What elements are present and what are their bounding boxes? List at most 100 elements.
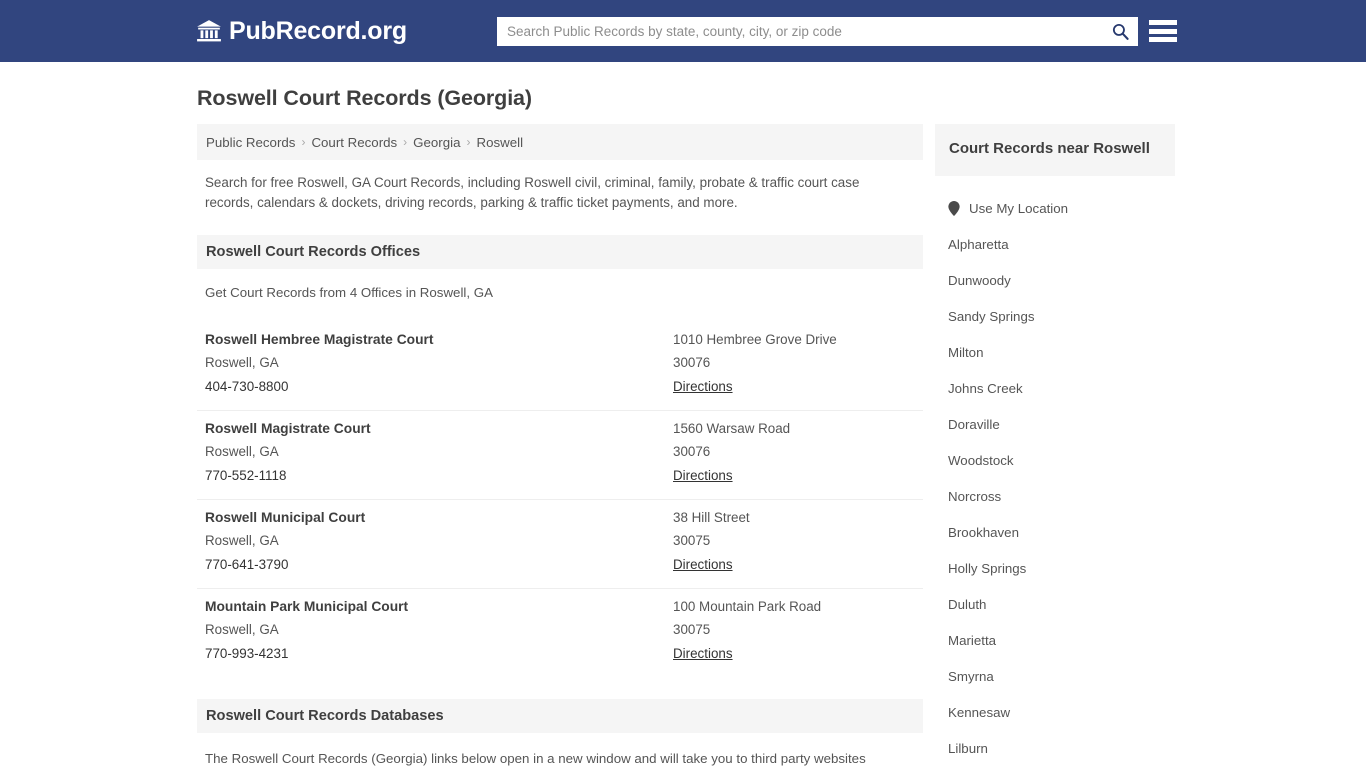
page-intro-text: Search for free Roswell, GA Court Record…: [205, 175, 860, 210]
sidebar-item-label: Norcross: [948, 488, 1002, 504]
hamburger-menu-icon-bar: [1149, 20, 1177, 25]
sidebar-item-label: Holly Springs: [948, 560, 1027, 576]
office-address: 1560 Warsaw Road: [673, 421, 791, 436]
sidebar-item-label: Sandy Springs: [948, 308, 1035, 324]
offices-section-header: Roswell Court Records Offices: [197, 235, 923, 269]
office-city: Roswell, GA: [205, 622, 279, 637]
sidebar-item-label: Use My Location: [969, 200, 1069, 216]
breadcrumb-item-roswell[interactable]: Roswell: [476, 135, 523, 150]
sidebar-item-alpharetta[interactable]: Alpharetta: [935, 226, 1175, 262]
sidebar-item-label: Woodstock: [948, 452, 1014, 468]
sidebar-item-dunwoody[interactable]: Dunwoody: [935, 262, 1175, 298]
breadcrumb-item-court-records[interactable]: Court Records: [311, 135, 397, 150]
main-content: Public Records › Court Records › Georgia…: [197, 124, 923, 769]
breadcrumb-separator-icon: ›: [466, 135, 471, 149]
office-name: Roswell Magistrate Court: [205, 421, 371, 436]
sidebar-heading: Court Records near Roswell: [949, 140, 1150, 157]
site-logo-link[interactable]: PubRecord.org: [196, 18, 407, 44]
map-pin-icon: [948, 200, 960, 216]
office-name: Roswell Municipal Court: [205, 510, 366, 525]
hamburger-menu-icon-bar: [1149, 37, 1177, 42]
sidebar-item-label: Kennesaw: [948, 704, 1011, 720]
office-phone-link[interactable]: 770-993-4231: [205, 646, 288, 661]
sidebar-nearby-list: Use My Location Alpharetta Dunwoody Sand…: [935, 190, 1175, 766]
office-zip: 30076: [673, 444, 711, 459]
sidebar-item-holly-springs[interactable]: Holly Springs: [935, 550, 1175, 586]
sidebar-item-label: Dunwoody: [948, 272, 1011, 288]
search-icon: [1112, 23, 1129, 40]
sidebar-item-norcross[interactable]: Norcross: [935, 478, 1175, 514]
sidebar-item-duluth[interactable]: Duluth: [935, 586, 1175, 622]
sidebar-item-label: Doraville: [948, 416, 1000, 432]
office-zip: 30076: [673, 355, 711, 370]
offices-section-title: Roswell Court Records Offices: [206, 244, 421, 260]
bank-building-icon: [197, 20, 221, 42]
office-left-column: Roswell Hembree Magistrate Court Roswell…: [205, 332, 673, 396]
office-name: Mountain Park Municipal Court: [205, 599, 409, 614]
sidebar-item-brookhaven[interactable]: Brookhaven: [935, 514, 1175, 550]
databases-section-note: The Roswell Court Records (Georgia) link…: [205, 751, 866, 766]
site-header: PubRecord.org: [0, 0, 1366, 62]
office-directions-link[interactable]: Directions: [673, 557, 733, 572]
sidebar-header-box: Court Records near Roswell: [935, 124, 1175, 176]
office-left-column: Mountain Park Municipal Court Roswell, G…: [205, 599, 673, 663]
hamburger-menu-button[interactable]: [1149, 18, 1177, 44]
sidebar-item-marietta[interactable]: Marietta: [935, 622, 1175, 658]
offices-section-subtitle: Get Court Records from 4 Offices in Rosw…: [205, 285, 493, 300]
office-row: Roswell Hembree Magistrate Court Roswell…: [197, 322, 923, 410]
breadcrumb-separator-icon: ›: [301, 135, 306, 149]
sidebar-item-lilburn[interactable]: Lilburn: [935, 730, 1175, 766]
page-title: Roswell Court Records (Georgia): [197, 86, 532, 110]
office-right-column: 38 Hill Street 30075 Directions: [673, 510, 923, 574]
office-name: Roswell Hembree Magistrate Court: [205, 332, 434, 347]
office-directions-link[interactable]: Directions: [673, 468, 733, 483]
office-right-column: 1560 Warsaw Road 30076 Directions: [673, 421, 923, 485]
office-row: Mountain Park Municipal Court Roswell, G…: [197, 588, 923, 677]
sidebar-item-label: Smyrna: [948, 668, 994, 684]
sidebar: Court Records near Roswell Use My Locati…: [935, 124, 1175, 769]
sidebar-item-doraville[interactable]: Doraville: [935, 406, 1175, 442]
sidebar-item-kennesaw[interactable]: Kennesaw: [935, 694, 1175, 730]
sidebar-item-label: Johns Creek: [948, 380, 1023, 396]
sidebar-item-sandy-springs[interactable]: Sandy Springs: [935, 298, 1175, 334]
sidebar-item-milton[interactable]: Milton: [935, 334, 1175, 370]
sidebar-item-smyrna[interactable]: Smyrna: [935, 658, 1175, 694]
office-phone-link[interactable]: 404-730-8800: [205, 379, 288, 394]
sidebar-item-label: Duluth: [948, 596, 987, 612]
sidebar-item-label: Milton: [948, 344, 984, 360]
office-row: Roswell Magistrate Court Roswell, GA 770…: [197, 410, 923, 499]
office-phone-link[interactable]: 770-641-3790: [205, 557, 288, 572]
office-city: Roswell, GA: [205, 533, 279, 548]
databases-section-title: Roswell Court Records Databases: [206, 708, 444, 724]
sidebar-item-label: Lilburn: [948, 740, 988, 756]
breadcrumb-separator-icon: ›: [403, 135, 408, 149]
office-left-column: Roswell Magistrate Court Roswell, GA 770…: [205, 421, 673, 485]
page-columns: Public Records › Court Records › Georgia…: [197, 124, 1175, 769]
office-city: Roswell, GA: [205, 444, 279, 459]
hamburger-menu-icon-bar: [1149, 28, 1177, 34]
office-row: Roswell Municipal Court Roswell, GA 770-…: [197, 499, 923, 588]
sidebar-item-label: Brookhaven: [948, 524, 1019, 540]
office-directions-link[interactable]: Directions: [673, 379, 733, 394]
breadcrumb-item-georgia[interactable]: Georgia: [413, 135, 460, 150]
sidebar-item-use-my-location[interactable]: Use My Location: [935, 190, 1175, 226]
breadcrumb: Public Records › Court Records › Georgia…: [197, 124, 923, 160]
sidebar-item-woodstock[interactable]: Woodstock: [935, 442, 1175, 478]
sidebar-item-label: Alpharetta: [948, 236, 1009, 252]
office-right-column: 100 Mountain Park Road 30075 Directions: [673, 599, 923, 663]
office-zip: 30075: [673, 533, 711, 548]
breadcrumb-item-public-records[interactable]: Public Records: [206, 135, 295, 150]
office-city: Roswell, GA: [205, 355, 279, 370]
search-input[interactable]: [497, 18, 1102, 45]
site-logo-text: PubRecord.org: [229, 17, 407, 45]
office-left-column: Roswell Municipal Court Roswell, GA 770-…: [205, 510, 673, 574]
search-bar[interactable]: [497, 17, 1138, 46]
sidebar-item-label: Marietta: [948, 632, 997, 648]
office-zip: 30075: [673, 622, 711, 637]
sidebar-item-johns-creek[interactable]: Johns Creek: [935, 370, 1175, 406]
search-submit-button[interactable]: [1102, 17, 1138, 46]
office-right-column: 1010 Hembree Grove Drive 30076 Direction…: [673, 332, 923, 396]
office-phone-link[interactable]: 770-552-1118: [205, 468, 286, 483]
office-directions-link[interactable]: Directions: [673, 646, 733, 661]
databases-section-header: Roswell Court Records Databases: [197, 699, 923, 733]
